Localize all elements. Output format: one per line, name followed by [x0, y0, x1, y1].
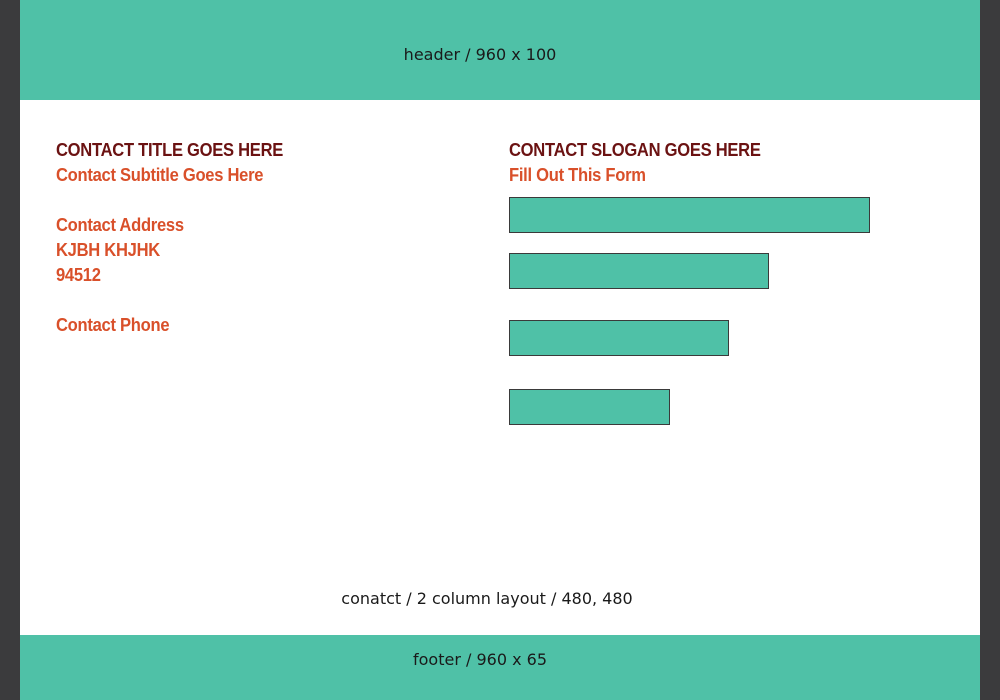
contact-title: CONTACT TITLE GOES HERE: [56, 140, 284, 160]
content-caption: conatct / 2 column layout / 480, 480: [341, 589, 633, 608]
form-field-4[interactable]: [509, 389, 670, 425]
contact-phone-label: Contact Phone: [56, 315, 170, 335]
contact-address-label: Contact Address: [56, 215, 184, 235]
form-field-3[interactable]: [509, 320, 729, 356]
form-field-1[interactable]: [509, 197, 870, 233]
header-caption: header / 960 x 100: [403, 45, 557, 64]
page-canvas: header / 960 x 100 CONTACT TITLE GOES HE…: [20, 0, 980, 700]
contact-form-header: CONTACT SLOGAN GOES HERE Fill Out This F…: [509, 138, 929, 188]
contact-subtitle: Contact Subtitle Goes Here: [56, 165, 264, 185]
contact-address-line2: 94512: [56, 265, 101, 285]
contact-slogan: CONTACT SLOGAN GOES HERE: [509, 140, 761, 160]
header: header / 960 x 100: [20, 0, 980, 100]
form-field-2[interactable]: [509, 253, 769, 289]
footer: footer / 960 x 65: [20, 635, 980, 700]
form-prompt: Fill Out This Form: [509, 165, 646, 185]
contact-address-line1: KJBH KHJHK: [56, 240, 160, 260]
footer-caption: footer / 960 x 65: [412, 650, 547, 669]
contact-info-column: CONTACT TITLE GOES HERE Contact Subtitle…: [56, 138, 476, 338]
